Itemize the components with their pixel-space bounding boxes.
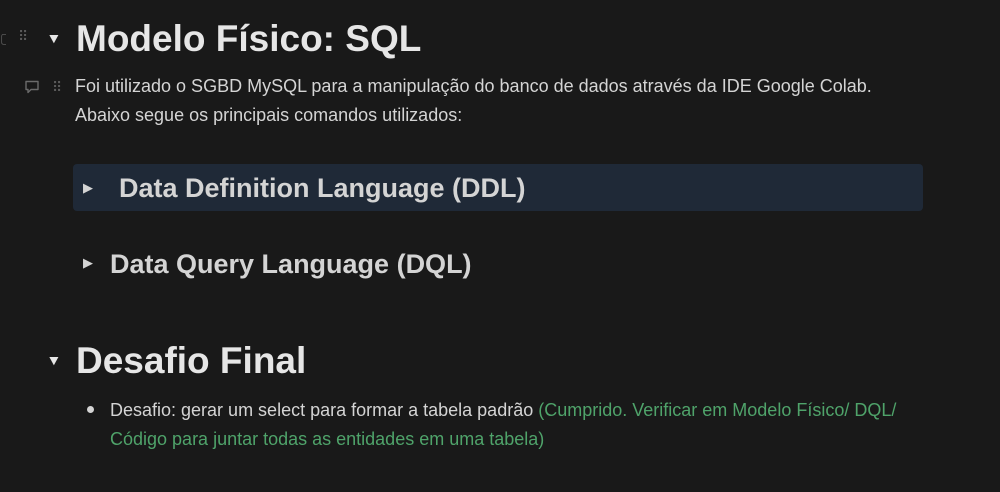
toggle-arrow-right-icon[interactable]: ▶ bbox=[83, 181, 93, 194]
bullet-item-desafio: Desafio: gerar um select para formar a t… bbox=[110, 396, 910, 454]
drag-handle-icon[interactable]: ⠿ bbox=[18, 29, 28, 43]
comment-icon-partial[interactable]: ▢ bbox=[0, 31, 6, 45]
toggle-ddl-label: Data Definition Language (DDL) bbox=[119, 173, 526, 203]
bullet-marker bbox=[87, 406, 94, 413]
paragraph-sgbd: Foi utilizado o SGBD MySQL para a manipu… bbox=[75, 76, 872, 125]
comment-icon[interactable] bbox=[24, 79, 40, 95]
toggle-arrow-icon[interactable]: ▼ bbox=[46, 31, 61, 45]
toggle-dql[interactable]: ▶ Data Query Language (DQL) bbox=[73, 240, 923, 287]
toggle-dql-label: Data Query Language (DQL) bbox=[110, 249, 472, 279]
toggle-arrow-icon[interactable]: ▼ bbox=[46, 353, 61, 367]
heading-desafio-final: Desafio Final bbox=[76, 340, 307, 381]
toggle-ddl[interactable]: ▶ Data Definition Language (DDL) bbox=[73, 164, 923, 211]
drag-handle-icon[interactable]: ⠿ bbox=[52, 80, 62, 94]
toggle-arrow-right-icon[interactable]: ▶ bbox=[83, 256, 93, 269]
heading-modelo-fisico: Modelo Físico: SQL bbox=[76, 18, 422, 59]
page: ▢ ⠿ ▼ Modelo Físico: SQL ⠿ Foi utilizado… bbox=[0, 0, 1000, 492]
bullet-text: Desafio: gerar um select para formar a t… bbox=[110, 400, 539, 420]
